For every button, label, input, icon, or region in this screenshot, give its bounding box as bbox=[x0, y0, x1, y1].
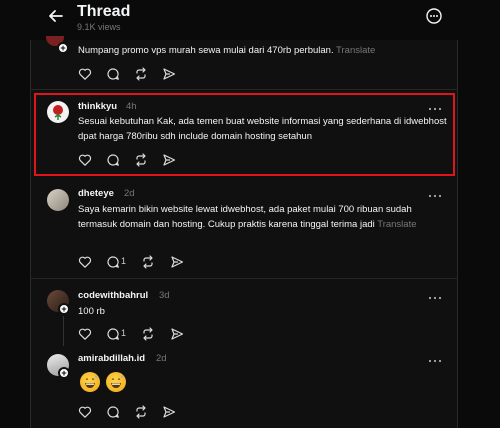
share-send-icon[interactable] bbox=[170, 255, 184, 269]
page-title: Thread bbox=[77, 3, 131, 20]
like-heart-icon[interactable] bbox=[78, 67, 92, 81]
more-options-icon[interactable] bbox=[425, 7, 443, 25]
post-username[interactable]: amirabdillah.id bbox=[78, 353, 145, 364]
follow-plus-icon[interactable]: + bbox=[58, 303, 70, 315]
back-arrow-icon[interactable] bbox=[46, 6, 66, 26]
post-text: Saya kemarin bikin website lewat idwebho… bbox=[78, 204, 417, 230]
avatar[interactable] bbox=[47, 101, 69, 123]
follow-plus-icon[interactable]: + bbox=[58, 367, 70, 379]
like-heart-icon[interactable] bbox=[78, 405, 92, 419]
share-send-icon[interactable] bbox=[162, 67, 176, 81]
post-time: 3d bbox=[159, 290, 170, 301]
share-send-icon[interactable] bbox=[162, 405, 176, 419]
share-send-icon[interactable] bbox=[170, 327, 184, 341]
grinning-sweat-emoji bbox=[106, 372, 126, 392]
like-heart-icon[interactable] bbox=[78, 255, 92, 269]
translate-link[interactable]: Translate bbox=[377, 219, 416, 230]
repost-icon[interactable] bbox=[141, 327, 155, 341]
divider bbox=[30, 89, 458, 90]
repost-icon[interactable] bbox=[134, 67, 148, 81]
post-username[interactable]: thinkkyu bbox=[78, 101, 117, 112]
post-time: 4h bbox=[126, 101, 137, 112]
more-dots-icon[interactable] bbox=[427, 290, 443, 300]
grinning-sweat-emoji bbox=[80, 372, 100, 392]
thread-connector-line bbox=[63, 316, 64, 346]
divider bbox=[30, 278, 458, 279]
like-heart-icon[interactable] bbox=[78, 153, 92, 167]
view-count: 9.1K views bbox=[77, 22, 121, 32]
like-heart-icon[interactable] bbox=[78, 327, 92, 341]
post-username[interactable]: codewithbahrul bbox=[78, 290, 148, 301]
reply-bubble-icon[interactable] bbox=[106, 153, 120, 167]
reply-bubble-icon[interactable] bbox=[106, 67, 120, 81]
post-text: Sesuai kebutuhan Kak, ada temen buat web… bbox=[78, 116, 447, 142]
post-text: Numpang promo vps murah sewa mulai dari … bbox=[78, 45, 376, 56]
more-dots-icon[interactable] bbox=[427, 101, 443, 111]
more-dots-icon[interactable] bbox=[427, 188, 443, 198]
post-time: 2d bbox=[156, 353, 167, 364]
reply-count: 1 bbox=[121, 328, 127, 338]
top-bar: Thread 9.1K views bbox=[0, 0, 500, 40]
avatar[interactable] bbox=[47, 189, 69, 211]
more-dots-icon[interactable] bbox=[427, 353, 443, 363]
translate-link[interactable]: Translate bbox=[336, 45, 375, 56]
post-time: 2d bbox=[124, 188, 135, 199]
repost-icon[interactable] bbox=[141, 255, 155, 269]
reply-bubble-icon[interactable] bbox=[106, 327, 120, 341]
repost-icon[interactable] bbox=[134, 405, 148, 419]
share-send-icon[interactable] bbox=[162, 153, 176, 167]
reply-bubble-icon[interactable] bbox=[106, 255, 120, 269]
repost-icon[interactable] bbox=[134, 153, 148, 167]
reply-count: 1 bbox=[121, 256, 127, 266]
post-username[interactable]: dheteye bbox=[78, 188, 114, 199]
post-text: 100 rb bbox=[78, 306, 105, 317]
follow-plus-icon[interactable]: + bbox=[57, 42, 69, 54]
reply-bubble-icon[interactable] bbox=[106, 405, 120, 419]
